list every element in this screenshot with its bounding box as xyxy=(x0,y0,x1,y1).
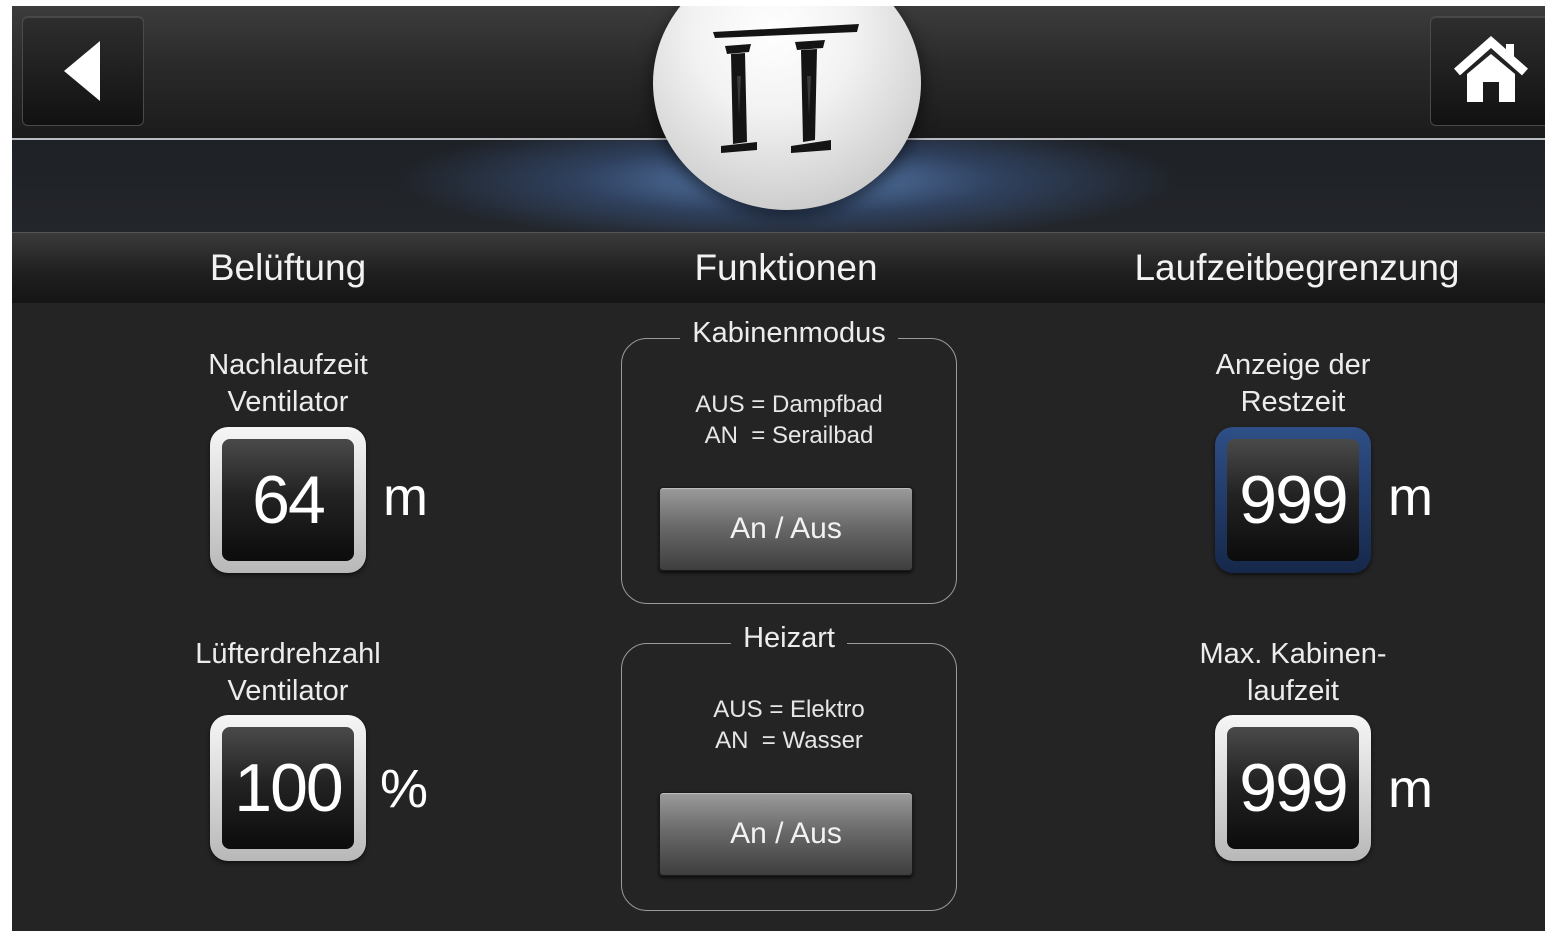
afterrun-label-line-2: Ventilator xyxy=(227,386,349,418)
remaining-time-label-line-2: Restzeit xyxy=(1240,386,1346,418)
home-icon xyxy=(1454,36,1528,102)
afterrun-unit: m xyxy=(383,467,428,527)
remaining-time-label: Anzeige der Restzeit xyxy=(1133,347,1453,421)
cabin-mode-desc-line-1: AUS = Dampfbad xyxy=(695,391,883,418)
fan-speed-value-field[interactable]: 100 xyxy=(210,715,366,861)
heating-type-title-wrap: Heizart xyxy=(622,622,956,655)
remaining-time-value-field[interactable]: 999 xyxy=(1215,427,1371,573)
remaining-time-label-line-1: Anzeige der xyxy=(1215,349,1371,381)
afterrun-label: Nachlaufzeit Ventilator xyxy=(128,347,448,421)
afterrun-value-field[interactable]: 64 xyxy=(210,427,366,573)
section-title-ventilation: Belüftung xyxy=(209,247,367,288)
fan-speed-label: Lüfterdrehzahl Ventilator xyxy=(128,636,448,710)
heating-type-desc-line-1: AUS = Elektro xyxy=(713,696,865,723)
fan-speed-label-line-1: Lüfterdrehzahl xyxy=(195,638,381,670)
remaining-time-value: 999 xyxy=(1227,439,1359,561)
heating-type-group: Heizart AUS = Elektro AN = Wasser An / A… xyxy=(621,622,957,911)
cabin-mode-toggle-button[interactable]: An / Aus xyxy=(659,487,913,571)
cabin-mode-group: Kabinenmodus AUS = Dampfbad AN = Serailb… xyxy=(621,317,957,604)
fan-speed-unit: % xyxy=(380,759,429,819)
pillars-logo-icon xyxy=(713,24,859,153)
max-cabin-runtime-value: 999 xyxy=(1227,727,1359,849)
section-title-runtime: Laufzeitbegrenzung xyxy=(1134,247,1460,288)
heating-type-description: AUS = Elektro AN = Wasser xyxy=(622,694,956,756)
screen: Belüftung Funktionen Laufzeitbegrenzung … xyxy=(12,6,1545,931)
fan-speed-value: 100 xyxy=(222,727,354,849)
cabin-mode-desc-line-2: AN = Serailbad xyxy=(704,422,874,449)
afterrun-value: 64 xyxy=(222,439,354,561)
heating-type-title: Heizart xyxy=(731,622,847,654)
arrow-left-icon xyxy=(64,41,100,101)
heating-type-toggle-button[interactable]: An / Aus xyxy=(659,792,913,876)
heating-type-desc-line-2: AN = Wasser xyxy=(715,727,863,754)
remaining-time-unit: m xyxy=(1388,467,1433,527)
afterrun-label-line-1: Nachlaufzeit xyxy=(208,349,368,381)
cabin-mode-title: Kabinenmodus xyxy=(680,317,898,349)
cabin-mode-description: AUS = Dampfbad AN = Serailbad xyxy=(622,389,956,451)
cabin-mode-title-wrap: Kabinenmodus xyxy=(622,317,956,350)
home-button[interactable] xyxy=(1430,16,1545,126)
section-header-bar: Belüftung Funktionen Laufzeitbegrenzung xyxy=(12,232,1545,303)
max-cabin-runtime-label-line-1: Max. Kabinen- xyxy=(1199,638,1387,670)
fan-speed-label-line-2: Ventilator xyxy=(227,675,349,707)
back-button[interactable] xyxy=(22,16,144,126)
max-cabin-runtime-unit: m xyxy=(1388,759,1433,819)
max-cabin-runtime-label: Max. Kabinen- laufzeit xyxy=(1133,636,1453,710)
max-cabin-runtime-label-line-2: laufzeit xyxy=(1247,675,1339,707)
section-title-functions: Funktionen xyxy=(694,247,878,288)
max-cabin-runtime-value-field[interactable]: 999 xyxy=(1215,715,1371,861)
